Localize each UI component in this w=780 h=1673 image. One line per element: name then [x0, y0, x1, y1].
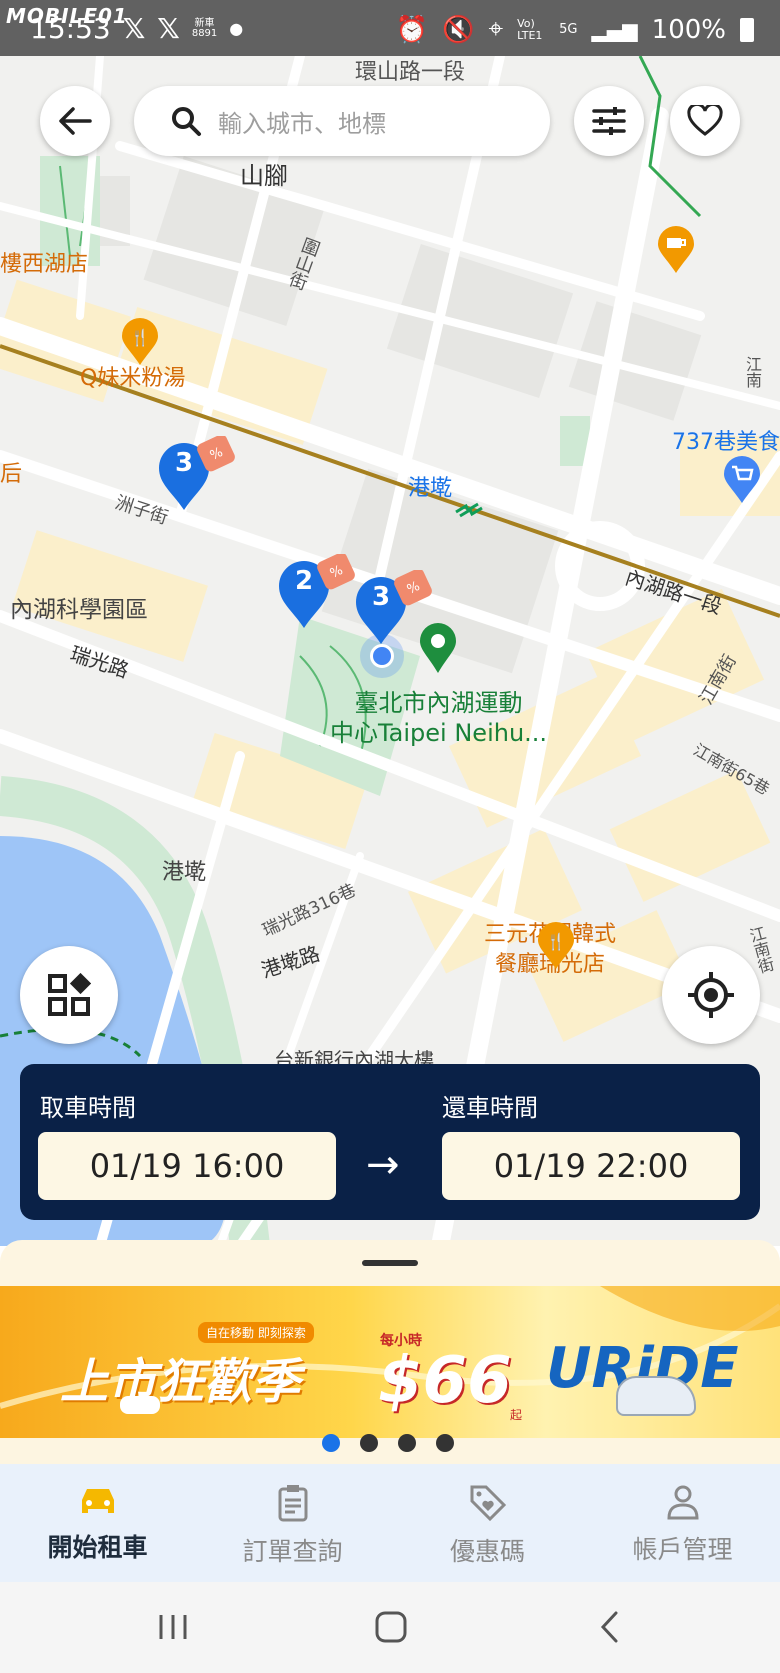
cluster-count: 2: [294, 566, 314, 596]
back-nav-icon[interactable]: [598, 1610, 622, 1644]
location-icon: ⌖: [488, 14, 504, 44]
battery-level: 100%: [651, 14, 726, 45]
app-screen: MOBILE01 15:53 𝕏 𝕏 新車 8891 ● ⏰ 🔇 ⌖ Vo) L…: [0, 0, 780, 1673]
clock: 15:53: [30, 12, 111, 45]
person-icon: [666, 1485, 699, 1520]
promo-banner[interactable]: 自在移動 即刻探索 上市狂歡季 每小時 $66 起 URiDE: [0, 1286, 780, 1438]
signal-icon: ▂▄▆: [591, 17, 638, 42]
restaurant-marker[interactable]: 🍴: [120, 318, 160, 366]
filter-button[interactable]: [574, 86, 644, 156]
sliders-icon: [592, 107, 626, 135]
metro-icon: [454, 500, 484, 520]
return-time-label: 還車時間: [442, 1094, 538, 1122]
x-icon: 𝕏: [157, 12, 180, 45]
mute-icon: 🔇: [442, 14, 475, 45]
banner-price-suffix: 起: [510, 1408, 523, 1422]
tag-icon: [470, 1485, 506, 1522]
restaurant-marker[interactable]: 🍴: [536, 922, 576, 970]
tab-start-rental[interactable]: 開始租車: [0, 1464, 195, 1582]
cafe-icon: [658, 226, 694, 273]
clipboard-icon: [278, 1485, 307, 1522]
tab-label: 訂單查詢: [242, 1537, 343, 1566]
map-label: 后: [0, 462, 23, 487]
map-label: 山腳: [240, 162, 288, 190]
svg-text:🍴: 🍴: [546, 932, 566, 951]
arrow-left-icon: [59, 107, 92, 135]
car-cluster-pin[interactable]: % 2: [276, 554, 356, 634]
crosshair-icon: [688, 972, 734, 1018]
search-placeholder: 輸入城市、地標: [218, 109, 386, 138]
tab-label: 帳戶管理: [632, 1535, 733, 1564]
tab-label: 開始租車: [47, 1533, 148, 1562]
arrow-right-icon: →: [366, 1142, 400, 1188]
network-label: Vo) LTE1: [517, 16, 543, 42]
dot-icon: ●: [229, 19, 244, 38]
system-nav-bar: [0, 1582, 780, 1673]
news-icon: 新車 8891: [191, 17, 218, 39]
pagination-dot[interactable]: [322, 1434, 340, 1452]
battery-icon: [740, 17, 754, 42]
station-label: 港墘: [408, 476, 453, 501]
tab-orders[interactable]: 訂單查詢: [195, 1464, 390, 1582]
search-bar[interactable]: 輸入城市、地標: [134, 86, 550, 156]
my-location-button[interactable]: [662, 946, 760, 1044]
alarm-icon: ⏰: [395, 14, 429, 45]
search-icon: [172, 107, 201, 136]
car-cluster-pin[interactable]: % 3: [156, 436, 236, 516]
network-type: 5G: [559, 22, 578, 37]
bottom-tab-bar: 開始租車 訂單查詢 優惠碼 帳戶管理: [0, 1464, 780, 1582]
pagination-dot[interactable]: [398, 1434, 416, 1452]
shopping-marker[interactable]: [722, 456, 762, 504]
bottom-sheet: 自在移動 即刻探索 上市狂歡季 每小時 $66 起 URiDE: [0, 1240, 780, 1464]
map-label: 環山路一段: [355, 60, 466, 85]
home-icon[interactable]: [374, 1610, 408, 1644]
restaurant-icon: 🍴: [538, 922, 574, 969]
car-icon: [81, 1489, 114, 1513]
grid-shapes-icon: [48, 973, 91, 1016]
pagination-dot[interactable]: [360, 1434, 378, 1452]
car-cluster-pin[interactable]: % 3: [353, 570, 433, 650]
banner-price: $66: [378, 1344, 512, 1418]
park-label-line2: 中心Taipei Neihu...: [330, 719, 548, 747]
back-button[interactable]: [40, 86, 110, 156]
map-label: 港墘: [162, 860, 207, 885]
rental-time-card: 取車時間 01/19 16:00 → 還車時間 01/19 22:00: [20, 1064, 760, 1220]
cafe-marker[interactable]: [656, 226, 696, 274]
cart-icon: [724, 456, 760, 503]
car-illustration: [616, 1376, 696, 1416]
pagination-dot[interactable]: [436, 1434, 454, 1452]
status-bar: MOBILE01 15:53 𝕏 𝕏 新車 8891 ● ⏰ 🔇 ⌖ Vo) L…: [0, 0, 780, 56]
cluster-count: 3: [174, 448, 194, 478]
park-label: 臺北市內湖運動 中心Taipei Neihu...: [330, 688, 547, 748]
sheet-drag-handle[interactable]: [362, 1260, 418, 1266]
restaurant-icon: 🍴: [122, 318, 158, 365]
tab-account[interactable]: 帳戶管理: [585, 1464, 780, 1582]
recents-icon[interactable]: [156, 1612, 190, 1642]
favorites-button[interactable]: [670, 86, 740, 156]
park-label-line1: 臺北市內湖運動: [354, 689, 523, 717]
poi-label: 737巷美食: [672, 430, 780, 455]
x-icon: 𝕏: [122, 12, 146, 45]
cluster-count: 3: [371, 582, 391, 612]
map-label: 內湖科學園區: [10, 597, 148, 623]
tab-coupons[interactable]: 優惠碼: [390, 1464, 585, 1582]
banner-pagination: [322, 1434, 454, 1452]
pickup-time-label: 取車時間: [40, 1094, 136, 1122]
car-illustration: [120, 1396, 160, 1414]
poi-label: 樓西湖店: [0, 252, 89, 277]
banner-headline: 上市狂歡季: [60, 1354, 301, 1410]
pickup-time-field[interactable]: 01/19 16:00: [38, 1132, 336, 1200]
car-type-button[interactable]: [20, 946, 118, 1044]
map-label: 江南: [743, 356, 762, 388]
banner-tagline: 自在移動 即刻探索: [198, 1322, 314, 1343]
tab-label: 優惠碼: [449, 1537, 525, 1566]
heart-icon: [687, 105, 723, 136]
return-time-field[interactable]: 01/19 22:00: [442, 1132, 740, 1200]
svg-text:🍴: 🍴: [130, 328, 150, 347]
